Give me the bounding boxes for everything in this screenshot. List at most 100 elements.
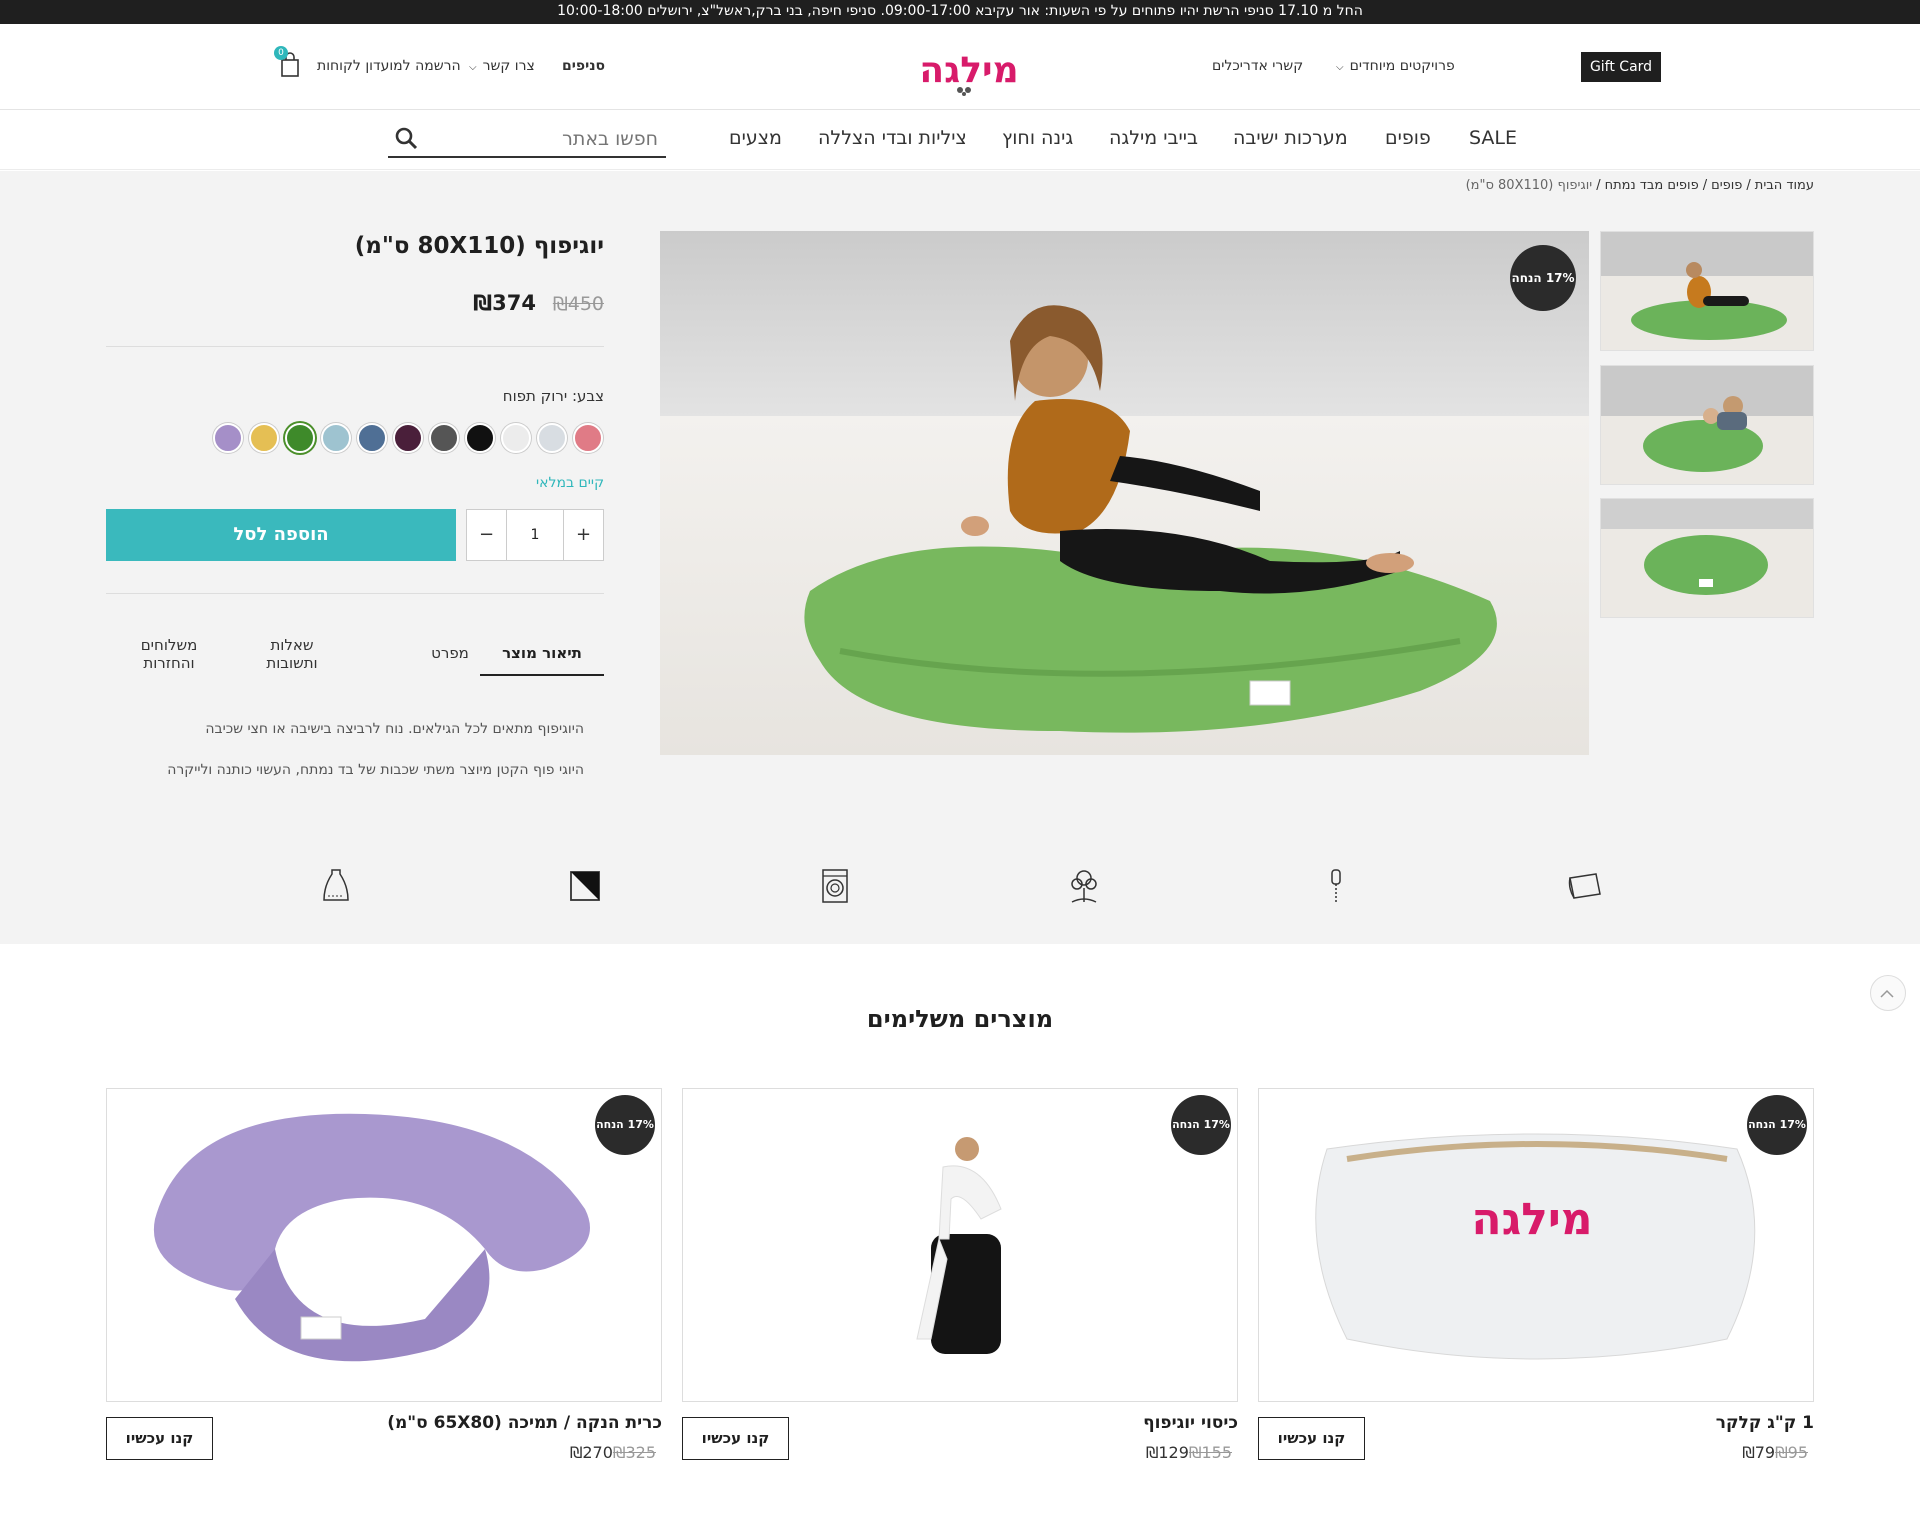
contact-menu[interactable]: צרו קשר ⌵ <box>469 58 535 74</box>
related-product-image-2[interactable]: 17% הנחה <box>682 1088 1238 1402</box>
color-swatch[interactable] <box>501 423 531 453</box>
breadcrumb-cat2[interactable]: פופים מבד נמתח <box>1605 178 1699 193</box>
nav-item-seating[interactable]: מערכות ישיבה <box>1233 127 1348 149</box>
breadcrumb-cat1[interactable]: פופים <box>1711 178 1742 193</box>
discount-badge: 17% הנחה <box>1510 245 1576 311</box>
announcement-bar: החל מ 17.10 סניפי הרשת יהיו פתוחים על פי… <box>0 0 1920 24</box>
related-product-image-3[interactable]: 17% הנחה <box>106 1088 662 1402</box>
nav-item-garden[interactable]: גינה וחוץ <box>1002 127 1073 149</box>
fabric-icon <box>1568 873 1601 899</box>
discount-badge: 17% הנחה <box>1171 1095 1231 1155</box>
cotton-icon <box>1071 870 1097 903</box>
color-swatch[interactable] <box>537 423 567 453</box>
color-swatch[interactable] <box>393 423 423 453</box>
tab-description[interactable]: תיאור מוצר <box>480 644 604 676</box>
quantity-decrease-button[interactable]: − <box>467 510 507 560</box>
buy-now-button-2[interactable]: קנו עכשיו <box>682 1417 789 1460</box>
designers-link[interactable]: קשרי אדריכלים <box>1212 58 1303 74</box>
chevron-down-icon: ⌵ <box>1336 62 1344 73</box>
price-original: ₪450 <box>552 293 604 315</box>
product-image <box>916 1137 1002 1354</box>
breadcrumb-current: יוגיפוף (80X110 ס"מ) <box>1465 178 1593 193</box>
related-products-title: מוצרים משלימים <box>866 1005 1054 1033</box>
branches-label: סניפים <box>562 58 606 74</box>
search-box <box>388 120 666 158</box>
stock-status: קיים במלאי <box>536 475 604 491</box>
filling-bag-icon <box>323 869 349 901</box>
svg-text:מילגה: מילגה <box>1471 1194 1592 1245</box>
product-section: עמוד הבית/פופים/פופים מבד נמתח/יוגיפוף (… <box>0 171 1920 944</box>
tab-specs[interactable]: מפרט <box>420 644 480 662</box>
breadcrumb-home[interactable]: עמוד הבית <box>1755 178 1814 193</box>
price-current: ₪270 <box>569 1443 613 1462</box>
divider <box>106 346 604 347</box>
special-projects-label: פרויקטים מיוחדים <box>1349 58 1455 74</box>
product-main-image[interactable]: 17% הנחה <box>660 231 1589 755</box>
designers-label: קשרי אדריכלים <box>1212 58 1304 74</box>
quantity-stepper: − 1 + <box>466 509 604 561</box>
tab-qa[interactable]: שאלות ותשובות <box>252 636 332 672</box>
related-product-price-1: ₪79₪95 <box>1742 1443 1814 1462</box>
announcement-text: החל מ 17.10 סניפי הרשת יהיו פתוחים על פי… <box>557 3 1363 19</box>
milga-logo[interactable]: מילגה <box>898 44 1040 96</box>
price-original: ₪155 <box>1188 1443 1232 1462</box>
color-swatch[interactable] <box>213 423 243 453</box>
contact-label: צרו קשר <box>482 58 535 74</box>
site-header: Gift Card פרויקטים מיוחדים ⌵ קשרי אדריכלי… <box>0 24 1920 110</box>
discount-badge: 17% הנחה <box>595 1095 655 1155</box>
color-swatch[interactable] <box>573 423 603 453</box>
search-icon[interactable] <box>394 126 418 150</box>
nav-item-bedding[interactable]: מצעים <box>729 127 782 149</box>
quantity-value[interactable]: 1 <box>507 510 563 560</box>
club-signup-label: הרשמה למועדון לקוחות <box>317 58 461 74</box>
thumbnail-image <box>1601 232 1813 350</box>
gift-card-button[interactable]: Gift Card <box>1581 52 1661 82</box>
product-image <box>153 1113 590 1362</box>
price-current: ₪129 <box>1145 1443 1189 1462</box>
branches-link[interactable]: סניפים <box>562 58 605 74</box>
thumbnail-image <box>1601 366 1813 484</box>
search-input[interactable] <box>428 126 658 152</box>
product-thumbnail-3[interactable] <box>1600 498 1814 618</box>
related-product-name-3[interactable]: כרית הנקה / תמיכה (65X80 ס"מ) <box>387 1413 662 1433</box>
description-line-1: היוגיפוף מתאים לכל הגילאים. נוח לרביצה ב… <box>205 721 584 737</box>
nav-item-poufs[interactable]: פופים <box>1385 127 1431 149</box>
color-swatch[interactable] <box>429 423 459 453</box>
buy-now-button-1[interactable]: קנו עכשיו <box>1258 1417 1365 1460</box>
color-swatch[interactable] <box>357 423 387 453</box>
nav-item-shade[interactable]: ציליות ובדי הצללה <box>818 127 967 149</box>
breadcrumb: עמוד הבית/פופים/פופים מבד נמתח/יוגיפוף (… <box>1465 178 1814 193</box>
logo-text: מילגה <box>919 50 1018 91</box>
related-product-name-2[interactable]: כיסוי יוגיפוף <box>1143 1413 1238 1433</box>
color-label: צבע: ירוק תפוח <box>502 387 604 405</box>
color-swatch[interactable] <box>249 423 279 453</box>
thumbnail-image <box>1601 499 1813 617</box>
product-title: יוגיפוף (80X110 ס"מ) <box>354 233 604 259</box>
washing-machine-icon <box>822 869 848 903</box>
tab-shipping[interactable]: משלוחים והחזרות <box>126 636 212 672</box>
cart-count-badge: 0 <box>274 46 288 60</box>
related-product-name-1[interactable]: 1 ק"ג קלקר <box>1716 1413 1814 1433</box>
related-product-price-3: ₪270₪325 <box>570 1443 662 1462</box>
divider <box>106 593 604 594</box>
color-swatch[interactable] <box>321 423 351 453</box>
color-swatch[interactable] <box>465 423 495 453</box>
description-line-2: היוגי פוף הקטן מיוצר משתי שכבות של בד נמ… <box>167 762 584 778</box>
product-thumbnail-2[interactable] <box>1600 365 1814 485</box>
nav-item-sale[interactable]: SALE <box>1469 127 1517 149</box>
product-image: מילגה <box>1315 1133 1756 1360</box>
price-current: ₪374 <box>473 291 536 315</box>
buy-now-button-3[interactable]: קנו עכשיו <box>106 1417 213 1460</box>
color-swatch[interactable] <box>285 423 315 453</box>
club-signup-link[interactable]: הרשמה למועדון לקוחות <box>317 58 461 74</box>
quantity-increase-button[interactable]: + <box>563 510 603 560</box>
main-nav: SALE פופים מערכות ישיבה בייבי מילגה גינה… <box>0 110 1920 170</box>
special-projects-menu[interactable]: פרויקטים מיוחדים ⌵ <box>1336 58 1455 74</box>
color-icon <box>570 871 600 901</box>
related-product-image-1[interactable]: מילגה 17% הנחה <box>1258 1088 1814 1402</box>
add-to-cart-button[interactable]: הוספה לסל <box>106 509 456 561</box>
main-product-photo <box>660 231 1589 755</box>
nav-item-baby[interactable]: בייבי מילגה <box>1109 127 1198 149</box>
product-thumbnail-1[interactable] <box>1600 231 1814 351</box>
price-current: ₪79 <box>1742 1443 1776 1462</box>
